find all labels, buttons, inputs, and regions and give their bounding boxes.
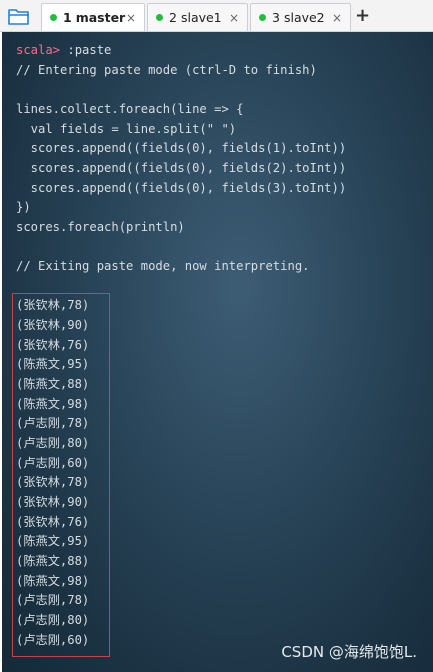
terminal-pane[interactable]: scala> :paste // Entering paste mode (ct…	[2, 32, 433, 672]
folder-icon[interactable]	[6, 5, 32, 27]
output-line: (张钦林,76)	[16, 338, 90, 352]
output-line: (张钦林,90)	[16, 318, 90, 332]
status-dot-icon	[259, 14, 266, 21]
terminal-line: scores.foreach(println)	[16, 220, 185, 234]
tab-label: master	[75, 10, 126, 25]
tab-index: 2	[169, 10, 177, 25]
tab-slave2[interactable]: 3 slave2 ×	[250, 3, 351, 31]
terminal-line: lines.collect.foreach(line => {	[16, 102, 244, 116]
status-dot-icon	[50, 14, 57, 21]
new-tab-button[interactable]: +	[355, 7, 370, 25]
terminal-prompt-line: scala> :paste	[16, 42, 111, 58]
tab-label: slave1	[180, 10, 222, 25]
output-line: (张钦林,78)	[16, 475, 90, 489]
output-line: (卢志刚,80)	[16, 613, 90, 627]
close-icon[interactable]: ×	[126, 11, 136, 25]
close-icon[interactable]: ×	[229, 11, 239, 25]
tab-label: slave2	[283, 10, 325, 25]
terminal-line: val fields = line.split(" ")	[16, 122, 237, 136]
output-line: (陈燕文,95)	[16, 534, 90, 548]
terminal-line: })	[16, 200, 31, 214]
command: :paste	[60, 43, 112, 57]
tab-index: 1	[63, 10, 72, 25]
output-line: (卢志刚,60)	[16, 633, 90, 647]
output-line: (卢志刚,78)	[16, 416, 90, 430]
output-line: (张钦林,78)	[16, 298, 90, 312]
output-line: (陈燕文,88)	[16, 554, 90, 568]
output-line: (张钦林,90)	[16, 495, 90, 509]
tab-slave1[interactable]: 2 slave1 ×	[147, 3, 248, 31]
tab-bar: 1 master × 2 slave1 × 3 slave2 × +	[0, 0, 433, 32]
output-line: (陈燕文,88)	[16, 377, 90, 391]
terminal-line: // Entering paste mode (ctrl-D to finish…	[16, 63, 317, 77]
watermark: CSDN @海绵饱饱L.	[281, 643, 417, 661]
output-line: (卢志刚,78)	[16, 593, 90, 607]
terminal-line: scores.append((fields(0), fields(2).toIn…	[16, 161, 347, 175]
output-line: (卢志刚,80)	[16, 436, 90, 450]
close-icon[interactable]: ×	[332, 11, 342, 25]
output-line: (陈燕文,98)	[16, 397, 90, 411]
output-line: (陈燕文,98)	[16, 574, 90, 588]
output-line: (张钦林,76)	[16, 515, 90, 529]
tab-master[interactable]: 1 master ×	[41, 3, 145, 31]
prompt: scala>	[16, 43, 61, 57]
terminal-line: scores.append((fields(0), fields(3).toIn…	[16, 181, 347, 195]
status-dot-icon	[156, 14, 163, 21]
tab-index: 3	[272, 10, 280, 25]
output-line: (卢志刚,60)	[16, 456, 90, 470]
output-line: (陈燕文,95)	[16, 357, 90, 371]
terminal-line: scores.append((fields(0), fields(1).toIn…	[16, 141, 347, 155]
terminal-line: // Exiting paste mode, now interpreting.	[16, 259, 310, 273]
